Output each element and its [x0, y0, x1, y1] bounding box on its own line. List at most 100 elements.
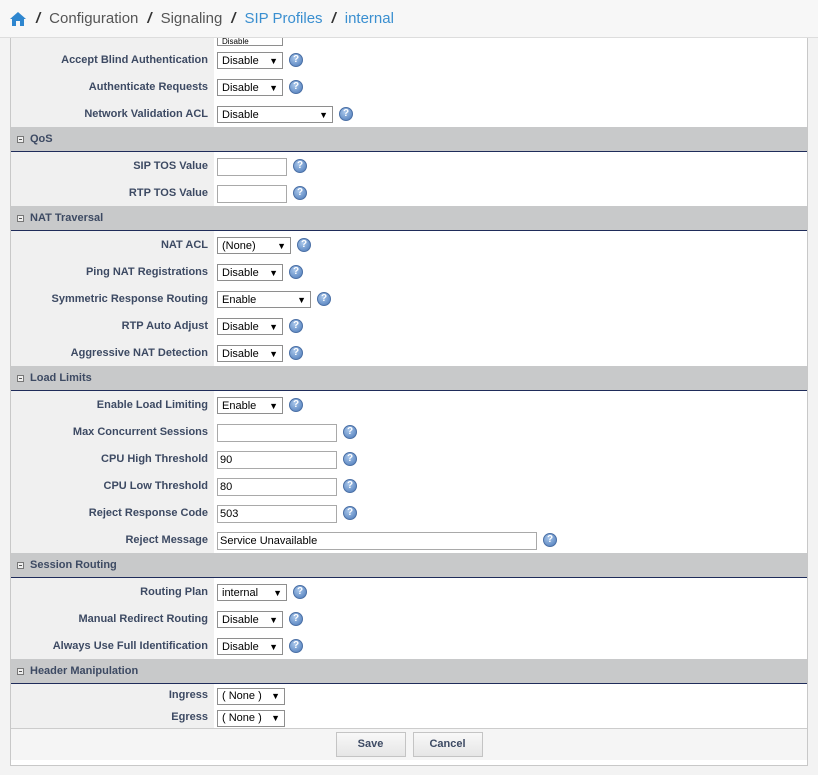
- help-icon[interactable]: ?: [289, 345, 303, 360]
- selected-value: Enable: [222, 293, 257, 306]
- field-label: Symmetric Response Routing: [11, 285, 214, 312]
- help-icon[interactable]: ?: [317, 291, 331, 306]
- section-title: QoS: [30, 133, 53, 145]
- collapse-icon[interactable]: [17, 214, 24, 222]
- field-label: Accept Blind Authentication: [11, 46, 214, 73]
- ingress-select[interactable]: ( None ) ▼: [217, 687, 285, 705]
- ping-nat-registrations-select[interactable]: Disable ▼: [217, 264, 283, 281]
- selected-value: Disable: [222, 108, 259, 121]
- manual-redirect-routing-select[interactable]: Disable ▼: [217, 611, 283, 628]
- breadcrumb-internal[interactable]: internal: [345, 10, 394, 27]
- section-header-load-limits[interactable]: Load Limits: [11, 366, 807, 391]
- breadcrumb-sip-profiles[interactable]: SIP Profiles: [244, 10, 322, 27]
- home-icon[interactable]: [9, 11, 27, 27]
- help-icon[interactable]: ?: [297, 237, 311, 252]
- help-icon[interactable]: ?: [343, 424, 357, 439]
- field-label: CPU Low Threshold: [11, 472, 214, 499]
- breadcrumb-separator: /: [231, 10, 236, 27]
- form-row-cpu-low-threshold: CPU Low Threshold 80?: [11, 472, 807, 499]
- accept-blind-authentication-select[interactable]: Disable ▼: [217, 52, 283, 69]
- form-row-reject-response-code: Reject Response Code 503?: [11, 499, 807, 526]
- help-icon[interactable]: ?: [343, 478, 357, 493]
- cpu-high-threshold-input[interactable]: 90: [217, 450, 337, 469]
- form-row-rtp-auto-adjust: RTP Auto Adjust Disable ▼?: [11, 312, 807, 339]
- cancel-button[interactable]: Cancel: [412, 731, 483, 757]
- rtp-auto-adjust-select[interactable]: Disable ▼: [217, 318, 283, 335]
- field-label: RTP Auto Adjust: [11, 312, 214, 339]
- dropdown-arrow-icon: ▼: [297, 294, 306, 305]
- form-row-always-use-full-identification: Always Use Full Identification Disable ▼?: [11, 632, 807, 659]
- selected-value: Disable: [222, 640, 259, 653]
- help-icon[interactable]: ?: [289, 318, 303, 333]
- section-title: Session Routing: [30, 559, 117, 571]
- egress-select[interactable]: ( None ) ▼: [217, 709, 285, 727]
- help-icon[interactable]: ?: [289, 397, 303, 412]
- field-label: RTP TOS Value: [11, 179, 214, 206]
- section-header-session-routing[interactable]: Session Routing: [11, 553, 807, 578]
- help-icon[interactable]: ?: [293, 158, 307, 173]
- max-concurrent-sessions-input[interactable]: [217, 423, 337, 442]
- breadcrumb-signaling[interactable]: Signaling: [161, 10, 223, 27]
- collapse-icon[interactable]: [17, 667, 24, 675]
- selected-value: Disable: [222, 54, 259, 67]
- rtp-tos-value-input[interactable]: [217, 184, 287, 203]
- field-label: Always Use Full Identification: [11, 632, 214, 659]
- field-label: Reject Message: [11, 526, 214, 553]
- reject-message-input[interactable]: Service Unavailable: [217, 531, 537, 550]
- dropdown-arrow-icon: ▼: [269, 55, 278, 66]
- dropdown-arrow-icon: ▼: [269, 400, 278, 411]
- network-validation-acl-select[interactable]: Disable ▼: [217, 106, 333, 123]
- section-title: Header Manipulation: [30, 665, 139, 677]
- symmetric-response-routing-select[interactable]: Enable ▼: [217, 291, 311, 308]
- form-row-manual-redirect-routing: Manual Redirect Routing Disable ▼?: [11, 605, 807, 632]
- form-row-authenticate-requests: Authenticate Requests Disable ▼?: [11, 73, 807, 100]
- collapse-icon[interactable]: [17, 561, 24, 569]
- help-icon[interactable]: ?: [289, 611, 303, 626]
- authenticate-requests-select[interactable]: Disable ▼: [217, 79, 283, 96]
- form-row-symmetric-response-routing: Symmetric Response Routing Enable ▼?: [11, 285, 807, 312]
- collapse-icon[interactable]: [17, 374, 24, 382]
- cpu-low-threshold-input[interactable]: 80: [217, 477, 337, 496]
- help-icon[interactable]: ?: [293, 185, 307, 200]
- selected-value: Disable: [222, 613, 259, 626]
- selected-value: internal: [222, 586, 259, 599]
- field-label: Max Concurrent Sessions: [11, 418, 214, 445]
- enable-load-limiting-select[interactable]: Enable ▼: [217, 397, 283, 414]
- reject-response-code-input[interactable]: 503: [217, 504, 337, 523]
- help-icon[interactable]: ?: [289, 79, 303, 94]
- dropdown-arrow-icon: ▼: [277, 240, 286, 251]
- help-icon[interactable]: ?: [343, 451, 357, 466]
- help-icon[interactable]: ?: [543, 532, 557, 547]
- form-row-routing-plan: Routing Plan internal ▼?: [11, 578, 807, 605]
- breadcrumb: / Configuration / Signaling / SIP Profiles / in…: [0, 0, 818, 38]
- aggressive-nat-detection-select[interactable]: Disable ▼: [217, 345, 283, 362]
- form-row-max-concurrent-sessions: Max Concurrent Sessions?: [11, 418, 807, 445]
- section-header-nat-traversal[interactable]: NAT Traversal: [11, 206, 807, 231]
- help-icon[interactable]: ?: [289, 264, 303, 279]
- field-label: Routing Plan: [11, 578, 214, 605]
- save-button[interactable]: Save: [335, 731, 406, 757]
- routing-plan-select[interactable]: internal ▼: [217, 584, 287, 601]
- form-row-accept-blind-authentication: Accept Blind Authentication Disable ▼?: [11, 46, 807, 73]
- help-icon[interactable]: ?: [339, 106, 353, 121]
- section-header-header-manipulation[interactable]: Header Manipulation: [11, 659, 807, 684]
- selected-value: ( None ): [222, 690, 262, 702]
- help-icon[interactable]: ?: [293, 584, 307, 599]
- help-icon[interactable]: ?: [289, 52, 303, 67]
- section-header-qos[interactable]: QoS: [11, 127, 807, 152]
- field-label: Network Validation ACL: [11, 100, 214, 127]
- form-row-enable-load-limiting: Enable Load Limiting Enable ▼?: [11, 391, 807, 418]
- collapse-icon[interactable]: [17, 135, 24, 143]
- section-title: Load Limits: [30, 372, 92, 384]
- breadcrumb-configuration[interactable]: Configuration: [49, 10, 138, 27]
- partial-select[interactable]: Disable: [217, 38, 283, 46]
- field-label: CPU High Threshold: [11, 445, 214, 472]
- partial-row: Disable: [11, 38, 807, 46]
- always-use-full-identification-select[interactable]: Disable ▼: [217, 638, 283, 655]
- dropdown-arrow-icon: ▼: [271, 691, 280, 701]
- sip-tos-value-input[interactable]: [217, 157, 287, 176]
- help-icon[interactable]: ?: [289, 638, 303, 653]
- nat-acl-select[interactable]: (None) ▼: [217, 237, 291, 254]
- help-icon[interactable]: ?: [343, 505, 357, 520]
- form-row-sip-tos-value: SIP TOS Value?: [11, 152, 807, 179]
